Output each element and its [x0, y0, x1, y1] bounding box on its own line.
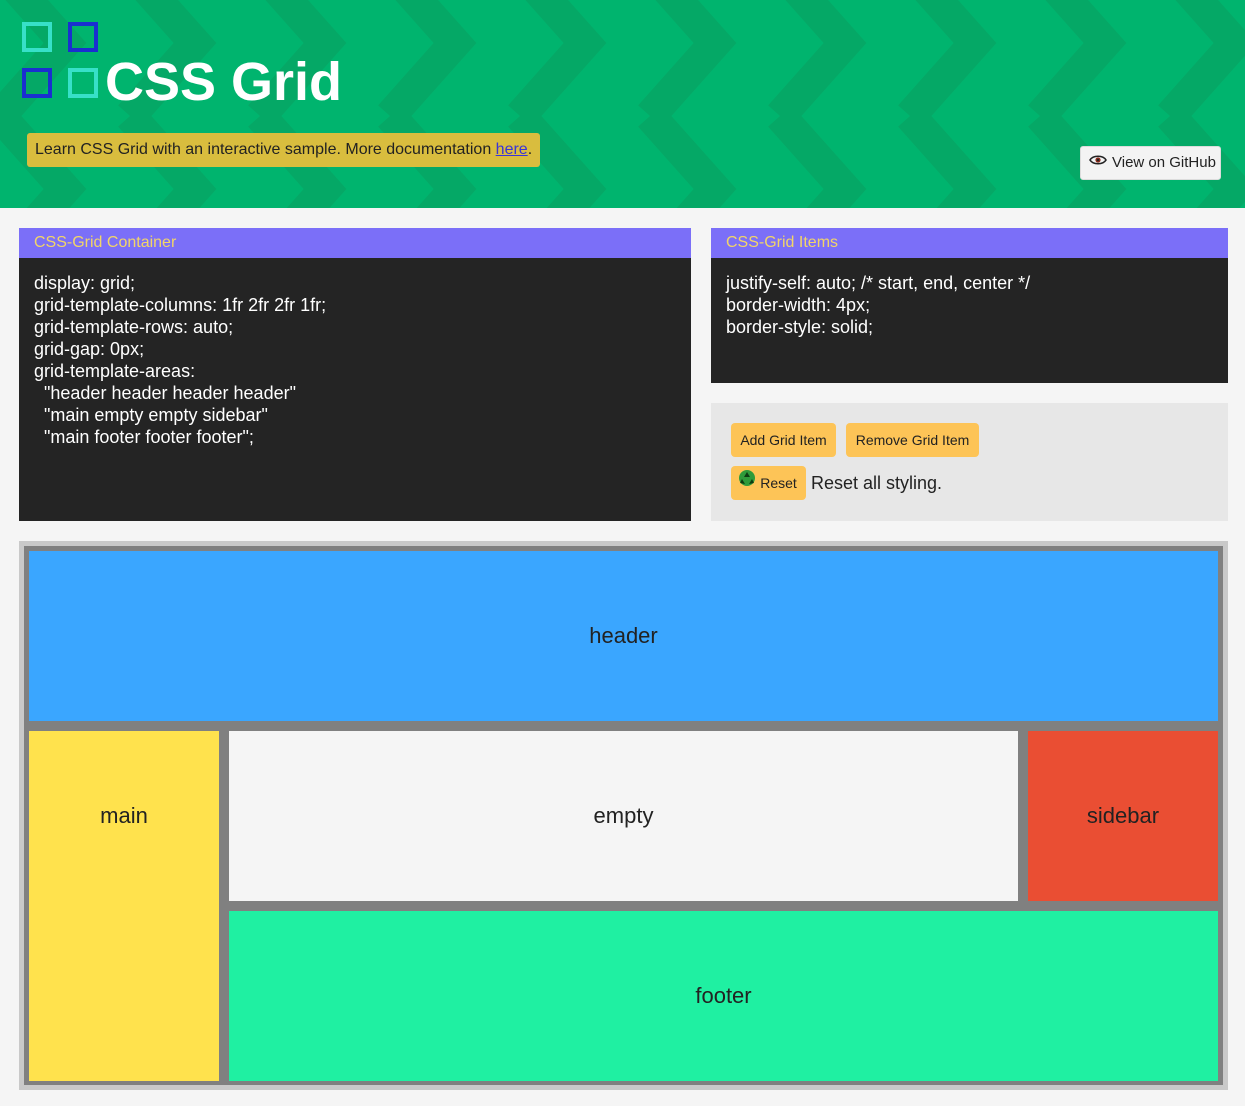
code-line: grid-template-columns: 1fr 2fr 2fr 1fr;	[34, 295, 327, 315]
grid-item-label: sidebar	[1086, 803, 1160, 828]
github-button-label: View on GitHub	[1112, 154, 1216, 171]
code-line: "main footer footer footer";	[34, 427, 254, 447]
code-line: display: grid;	[34, 273, 136, 293]
controls-panel: Add Grid Item Remove Grid Item Reset Res…	[711, 403, 1228, 521]
logo-square	[68, 68, 98, 98]
logo-square	[22, 22, 52, 52]
reset-button[interactable]: Reset	[731, 466, 806, 500]
grid-item-header[interactable]: header	[29, 551, 1218, 721]
grid-item-label: main	[100, 803, 148, 828]
tagline-end: .	[527, 141, 533, 158]
logo-square	[22, 68, 52, 98]
grid-item-main[interactable]: main	[29, 731, 219, 1081]
grid-item-label: footer	[695, 983, 752, 1008]
code-line: grid-gap: 0px;	[34, 339, 145, 359]
code-line: grid-template-areas:	[34, 361, 196, 381]
grid-item-empty[interactable]: empty	[229, 731, 1018, 901]
remove-grid-item-button[interactable]: Remove Grid Item	[846, 423, 979, 457]
tagline-text: Learn CSS Grid with an interactive sampl…	[35, 141, 496, 158]
eye-icon	[1089, 146, 1107, 178]
grid-item-sidebar[interactable]: sidebar	[1028, 731, 1218, 901]
items-css-code: justify-self: auto; /* start, end, cente…	[711, 258, 1228, 383]
view-on-github-button[interactable]: View on GitHub	[1080, 146, 1221, 180]
grid-item-label: empty	[593, 803, 654, 828]
tagline: Learn CSS Grid with an interactive sampl…	[27, 133, 541, 167]
code-line: border-width: 4px;	[726, 295, 871, 315]
code-line: border-style: solid;	[726, 317, 874, 337]
documentation-link[interactable]: here	[496, 141, 528, 158]
logo-square	[68, 22, 98, 52]
code-line: justify-self: auto; /* start, end, cente…	[726, 273, 1031, 293]
grid-item-footer[interactable]: footer	[229, 911, 1218, 1081]
reset-description: Reset all styling.	[811, 473, 943, 493]
recycle-icon	[738, 465, 756, 499]
code-line: "main empty empty sidebar"	[34, 405, 268, 425]
hero-banner: CSS Grid Learn CSS Grid with an interact…	[0, 0, 1245, 208]
grid-item-label: header	[589, 623, 658, 648]
items-panel-title: CSS-Grid Items	[711, 228, 1228, 258]
code-line: grid-template-rows: auto;	[34, 317, 234, 337]
page-title: CSS Grid	[105, 52, 343, 112]
code-line: "header header header header"	[34, 383, 296, 403]
grid-logo-icon	[22, 22, 104, 104]
container-panel-title: CSS-Grid Container	[19, 228, 691, 258]
reset-button-label: Reset	[760, 475, 797, 491]
container-css-code: display: grid; grid-template-columns: 1fr…	[19, 258, 691, 521]
add-grid-item-button[interactable]: Add Grid Item	[731, 423, 836, 457]
